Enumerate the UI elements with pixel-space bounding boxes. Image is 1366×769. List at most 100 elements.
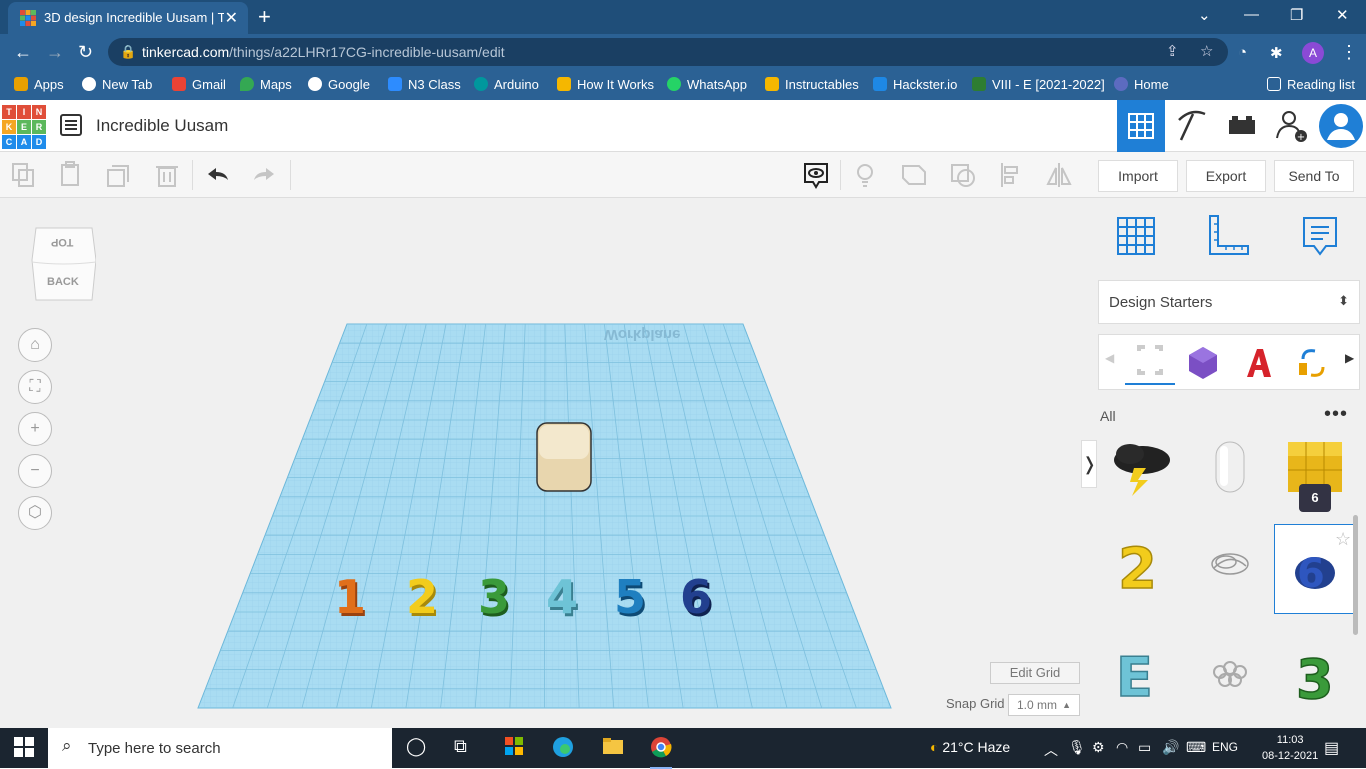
workplane-tool[interactable] <box>1114 214 1158 263</box>
notifications-icon[interactable]: ▤ <box>1324 738 1339 758</box>
category-text[interactable] <box>1241 345 1277 386</box>
design-menu-icon[interactable] <box>60 114 82 136</box>
copy-button[interactable] <box>9 160 39 190</box>
collapse-panel-button[interactable]: ❭ <box>1081 440 1097 488</box>
group-button[interactable] <box>899 160 929 190</box>
shape-number-6-selected[interactable]: 6 ☆ <box>1274 524 1356 614</box>
store-icon[interactable] <box>504 736 524 761</box>
number-shape-1[interactable]: 1 <box>334 570 366 624</box>
number-shape-2[interactable]: 2 <box>406 570 438 624</box>
browser-tab[interactable]: 3D design Incredible Uusam | Tin ✕ <box>8 2 248 34</box>
ungroup-button[interactable] <box>948 160 978 190</box>
chrome-menu-icon[interactable]: ⋮ <box>1340 42 1358 63</box>
language-indicator[interactable]: ENG <box>1212 740 1238 754</box>
bookmark-whatsapp[interactable]: WhatsApp <box>667 77 747 92</box>
shape-chain[interactable] <box>1190 638 1270 718</box>
taskbar-clock[interactable]: 11:03 08-12-2021 <box>1262 732 1318 764</box>
number-shape-5[interactable]: 5 <box>614 570 646 624</box>
user-avatar-button[interactable] <box>1317 100 1365 152</box>
snap-grid-select[interactable]: 1.0 mm ▲ <box>1008 694 1080 716</box>
invite-user-button[interactable]: + <box>1267 100 1315 152</box>
bookmark-google[interactable]: Google <box>308 77 370 92</box>
extensions-icon[interactable]: ✱ <box>1270 44 1283 62</box>
scroll-left-icon[interactable]: ◀ <box>1105 351 1114 365</box>
volume-icon[interactable]: 🔊 <box>1162 739 1179 756</box>
tab-search-icon[interactable]: ⌄ <box>1198 6 1211 24</box>
shape-number-3[interactable]: 3 <box>1278 638 1358 718</box>
import-button[interactable]: Import <box>1098 160 1178 192</box>
panel-scrollbar[interactable] <box>1353 515 1358 635</box>
duplicate-button[interactable] <box>104 160 134 190</box>
number-shape-3[interactable]: 3 <box>478 570 510 624</box>
battery-icon[interactable]: ▭ <box>1138 739 1151 756</box>
microphone-icon[interactable]: 🎙 <box>1068 739 1086 756</box>
number-shape-4[interactable]: 4 <box>546 570 578 624</box>
mirror-button[interactable] <box>1044 160 1074 190</box>
category-all[interactable] <box>1125 341 1175 385</box>
undo-button[interactable] <box>202 160 232 190</box>
tinkercad-logo[interactable]: T I N K E R C A D <box>2 105 46 149</box>
keyboard-icon[interactable]: ⌨ <box>1186 739 1206 756</box>
number-shape-6[interactable]: 6 <box>680 570 712 624</box>
new-tab-icon[interactable]: + <box>258 4 271 30</box>
paste-button[interactable] <box>56 160 86 190</box>
3d-view-button[interactable] <box>1117 100 1165 152</box>
favorite-star-icon[interactable]: ☆ <box>1335 529 1351 550</box>
bookmark-star-icon[interactable]: ☆ <box>1200 42 1213 60</box>
bookmark-gmail[interactable]: Gmail <box>172 77 226 92</box>
back-icon[interactable]: ← <box>14 42 32 63</box>
minimize-icon[interactable]: — <box>1244 6 1259 23</box>
edge-icon[interactable] <box>552 736 574 763</box>
wifi-icon[interactable]: ◠ <box>1116 739 1128 756</box>
shape-capsule[interactable] <box>1190 434 1270 514</box>
bookmark-classroom[interactable]: VIII - E [2021-2022] <box>972 77 1105 92</box>
windows-start-icon[interactable] <box>14 737 34 762</box>
shape-number-2[interactable]: 2 <box>1102 528 1182 608</box>
scroll-right-icon[interactable]: ▶ <box>1345 351 1354 365</box>
lightbulb-button[interactable] <box>850 160 880 190</box>
workplane-canvas[interactable]: TOP BACK ⌂ ⛶ + − ⬡ Workplane 1 2 3 4 5 6… <box>0 198 1090 728</box>
clock-extension-icon[interactable]: ◔ <box>1238 44 1247 61</box>
bookmark-new-tab[interactable]: New Tab <box>82 77 152 92</box>
delete-button[interactable] <box>152 160 182 190</box>
export-button[interactable]: Export <box>1186 160 1266 192</box>
box-shape[interactable] <box>536 422 592 492</box>
show-hidden-icons[interactable]: ︿ <box>1044 740 1058 760</box>
codeblocks-button[interactable] <box>1167 100 1215 152</box>
share-icon[interactable]: ⇪ <box>1166 42 1179 60</box>
shape-library-select[interactable]: Design Starters ⬍ <box>1098 280 1360 324</box>
bricks-button[interactable] <box>1217 100 1265 152</box>
url-field[interactable]: 🔒 tinkercad.com/things/a22LHRr17CG-incre… <box>108 38 1228 66</box>
weather-widget[interactable]: ◐ 21°C Haze <box>930 739 1010 755</box>
bookmark-n3-class[interactable]: N3 Class <box>388 77 461 92</box>
ruler-tool[interactable] <box>1206 214 1250 263</box>
reading-list[interactable]: Reading list <box>1267 77 1355 92</box>
taskbar-search[interactable]: ⌕ Type here to search <box>48 728 392 768</box>
close-tab-icon[interactable]: ✕ <box>225 8 238 28</box>
notes-toggle-button[interactable] <box>801 160 831 190</box>
bookmark-maps[interactable]: Maps <box>240 77 292 92</box>
shape-wire-tangle[interactable] <box>1190 528 1270 608</box>
category-connectors[interactable] <box>1295 345 1331 386</box>
chrome-taskbar-icon[interactable] <box>650 736 672 769</box>
file-explorer-icon[interactable] <box>602 736 624 761</box>
bookmark-home[interactable]: Home <box>1114 77 1169 92</box>
shape-storm-cloud[interactable] <box>1102 434 1182 514</box>
shape-letter-e[interactable]: E <box>1102 638 1182 718</box>
redo-button[interactable] <box>250 160 280 190</box>
restore-icon[interactable]: ❐ <box>1290 6 1303 24</box>
bookmark-instructables[interactable]: Instructables <box>765 77 859 92</box>
steam-icon[interactable]: ⚙ <box>1092 739 1105 756</box>
forward-icon[interactable]: → <box>46 42 64 63</box>
category-basic-shapes[interactable] <box>1185 345 1221 386</box>
bookmark-arduino[interactable]: Arduino <box>474 77 539 92</box>
bookmark-how-it-works[interactable]: How It Works <box>557 77 654 92</box>
bookmark-hackster[interactable]: Hackster.io <box>873 77 957 92</box>
more-options-icon[interactable]: ••• <box>1324 403 1348 426</box>
profile-avatar[interactable]: A <box>1302 42 1324 64</box>
send-to-button[interactable]: Send To <box>1274 160 1354 192</box>
bookmark-apps[interactable]: Apps <box>14 77 64 92</box>
reload-icon[interactable]: ↻ <box>78 42 93 63</box>
notes-tool[interactable] <box>1298 214 1342 263</box>
align-button[interactable] <box>997 160 1027 190</box>
